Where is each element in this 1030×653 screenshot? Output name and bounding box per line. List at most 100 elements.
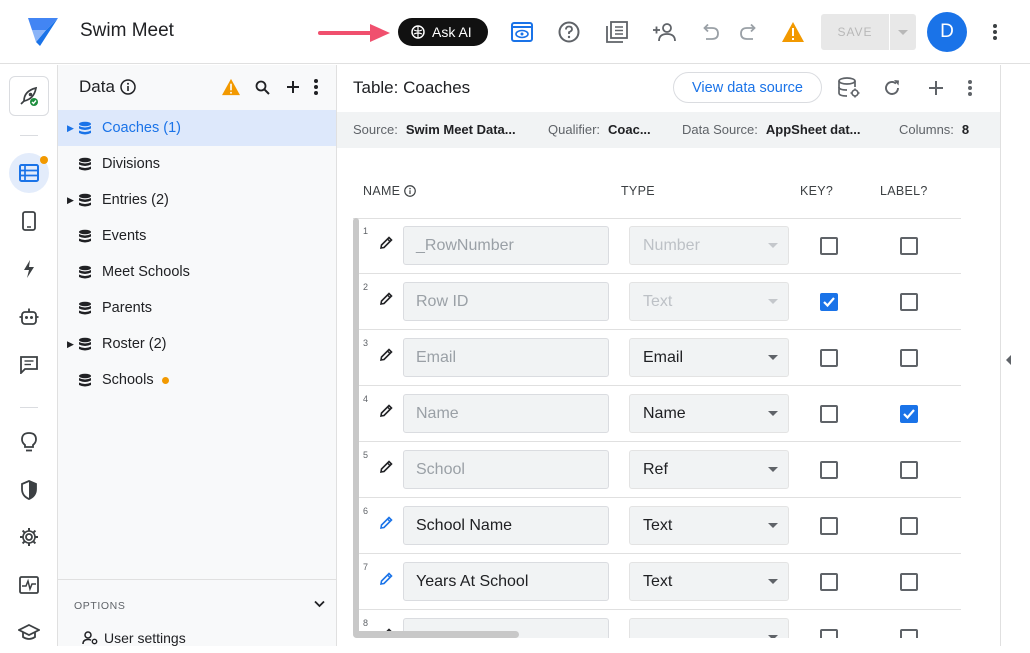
share-add-person-icon[interactable] — [650, 17, 680, 47]
save-button[interactable]: SAVE — [821, 14, 889, 50]
views-phone-icon[interactable] — [9, 201, 49, 241]
vertical-scrollbar[interactable] — [353, 218, 359, 636]
edit-pencil-icon[interactable] — [379, 460, 393, 474]
table-tree-item[interactable]: Parents — [58, 290, 336, 326]
edit-pencil-icon[interactable] — [379, 404, 393, 418]
options-section: OPTIONS User settings — [58, 579, 336, 646]
table-tree-label: Events — [102, 228, 147, 244]
unsaved-dot-icon — [40, 156, 48, 164]
table-tree-item[interactable]: ▶ Coaches (1) — [58, 110, 336, 146]
template-gallery-icon[interactable] — [602, 17, 632, 47]
key-checkbox[interactable] — [820, 405, 838, 423]
table-tree-item[interactable]: ▶ Roster (2) — [58, 326, 336, 362]
edit-pencil-icon[interactable] — [379, 348, 393, 362]
database-settings-icon[interactable] — [835, 74, 863, 102]
more-vert-icon[interactable] — [313, 78, 319, 96]
more-vert-icon[interactable] — [980, 17, 1010, 47]
column-name-field[interactable]: Email — [403, 338, 609, 377]
label-checkbox[interactable] — [900, 573, 918, 591]
table-tree-item[interactable]: Events — [58, 218, 336, 254]
label-checkbox[interactable] — [900, 405, 918, 423]
actions-bolt-icon[interactable] — [9, 249, 49, 289]
table-tree-label: Parents — [102, 300, 152, 316]
help-icon[interactable] — [554, 17, 584, 47]
learn-school-icon[interactable] — [9, 613, 49, 653]
edit-pencil-icon[interactable] — [379, 236, 393, 250]
info-icon[interactable] — [404, 185, 417, 197]
automation-bot-icon[interactable] — [9, 297, 49, 337]
column-type-select[interactable]: Name — [629, 394, 789, 433]
table-tree-item[interactable]: Meet Schools — [58, 254, 336, 290]
label-checkbox[interactable] — [900, 629, 918, 638]
column-name-field[interactable]: Years At School — [403, 562, 609, 601]
preview-icon[interactable] — [507, 17, 537, 47]
table-tree-item[interactable]: Divisions — [58, 146, 336, 182]
table-tree-label: Entries (2) — [102, 192, 169, 208]
key-checkbox[interactable] — [820, 517, 838, 535]
label-checkbox[interactable] — [900, 293, 918, 311]
label-checkbox[interactable] — [900, 517, 918, 535]
label-checkbox[interactable] — [900, 461, 918, 479]
column-name-field[interactable]: School Name — [403, 506, 609, 545]
label-checkbox[interactable] — [900, 237, 918, 255]
warning-icon[interactable] — [778, 17, 808, 47]
security-shield-icon[interactable] — [9, 470, 49, 510]
edit-pencil-icon[interactable] — [379, 292, 393, 306]
column-type-value: Text — [643, 292, 673, 310]
table-tree-label: Coaches (1) — [102, 120, 181, 136]
monitor-pulse-icon[interactable] — [9, 565, 49, 605]
table-tree-item[interactable]: Schools — [58, 362, 336, 398]
expand-panel-caret-icon[interactable] — [1006, 355, 1011, 365]
rail-divider — [20, 407, 38, 408]
column-type-select[interactable]: Email — [629, 338, 789, 377]
save-options-dropdown[interactable] — [890, 14, 916, 50]
database-icon — [78, 229, 100, 244]
row-number: 4 — [363, 394, 369, 404]
key-checkbox[interactable] — [820, 349, 838, 367]
label-checkbox[interactable] — [900, 349, 918, 367]
undo-icon[interactable] — [695, 17, 725, 47]
column-name-field[interactable]: Name — [403, 394, 609, 433]
user-settings-item[interactable]: User settings — [82, 630, 186, 646]
add-column-icon[interactable] — [922, 74, 950, 102]
info-icon[interactable] — [120, 79, 136, 95]
account-avatar[interactable]: D — [927, 12, 967, 52]
key-checkbox[interactable] — [820, 293, 838, 311]
intelligence-lightbulb-icon[interactable] — [9, 422, 49, 462]
row-number: 8 — [363, 618, 369, 628]
key-checkbox[interactable] — [820, 461, 838, 479]
settings-gear-icon[interactable] — [9, 517, 49, 557]
more-vert-icon[interactable] — [956, 74, 984, 102]
column-name-field[interactable]: Row ID — [403, 282, 609, 321]
expand-caret-icon[interactable]: ▶ — [58, 195, 78, 206]
column-type-select[interactable] — [629, 618, 789, 638]
column-name-field[interactable]: _RowNumber — [403, 226, 609, 265]
edit-pencil-icon[interactable] — [379, 572, 393, 586]
search-icon[interactable] — [255, 80, 270, 95]
expand-caret-icon[interactable]: ▶ — [58, 123, 78, 134]
horizontal-scrollbar[interactable] — [353, 631, 519, 638]
column-type-select[interactable]: Number — [629, 226, 789, 265]
table-row: 1 _RowNumber Number — [353, 218, 961, 274]
column-type-select[interactable]: Text — [629, 562, 789, 601]
deploy-rocket-icon[interactable] — [9, 76, 49, 116]
column-type-select[interactable]: Text — [629, 282, 789, 321]
column-type-select[interactable]: Ref — [629, 450, 789, 489]
column-name-field[interactable]: School — [403, 450, 609, 489]
key-checkbox[interactable] — [820, 629, 838, 638]
table-tree-item[interactable]: ▶ Entries (2) — [58, 182, 336, 218]
key-checkbox[interactable] — [820, 573, 838, 591]
redo-icon[interactable] — [734, 17, 764, 47]
column-type-select[interactable]: Text — [629, 506, 789, 545]
add-table-icon[interactable] — [286, 80, 300, 94]
column-type-value: Ref — [643, 460, 668, 478]
chevron-down-icon[interactable] — [314, 600, 325, 608]
key-checkbox[interactable] — [820, 237, 838, 255]
ask-ai-button[interactable]: Ask AI — [398, 18, 488, 46]
chat-icon[interactable] — [9, 345, 49, 385]
warning-icon[interactable] — [221, 78, 241, 96]
refresh-icon[interactable] — [878, 74, 906, 102]
view-data-source-button[interactable]: View data source — [673, 72, 822, 103]
expand-caret-icon[interactable]: ▶ — [58, 339, 78, 350]
edit-pencil-icon[interactable] — [379, 516, 393, 530]
